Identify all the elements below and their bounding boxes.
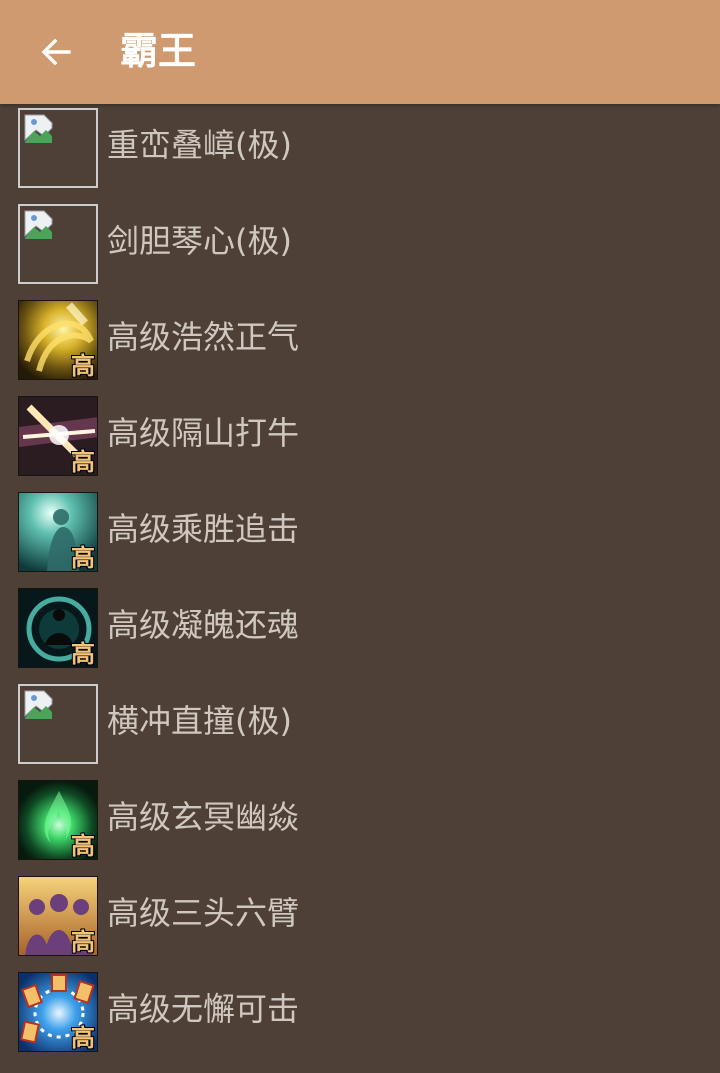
rune-circle-icon: 高 [18, 972, 98, 1052]
app-bar: 霸王 [0, 0, 720, 104]
broken-image-icon [18, 108, 98, 188]
skill-item[interactable]: 高 高级凝魄还魂 [0, 584, 720, 680]
skill-name: 高级三头六臂 [107, 894, 300, 932]
light-burst-icon: 高 [18, 396, 98, 476]
skill-name: 高级玄冥幽焱 [107, 798, 300, 836]
skill-badge: 高 [71, 832, 95, 860]
broken-image-icon [18, 204, 98, 284]
arrow-left-icon [41, 38, 71, 66]
skill-item[interactable]: 高 高级隔山打牛 [0, 392, 720, 488]
skill-name: 高级浩然正气 [107, 318, 300, 356]
skill-badge: 高 [71, 544, 95, 572]
skill-item[interactable]: 高 高级无懈可击 [0, 968, 720, 1064]
skill-name: 高级凝魄还魂 [107, 606, 300, 644]
meditation-aura-icon: 高 [18, 588, 98, 668]
skill-item[interactable]: 高 高级乘胜追击 [0, 488, 720, 584]
three-figures-icon: 高 [18, 876, 98, 956]
skill-badge: 高 [71, 928, 95, 956]
skill-badge: 高 [71, 1024, 95, 1052]
green-flame-icon: 高 [18, 780, 98, 860]
skill-name: 横冲直撞(极) [107, 702, 292, 740]
skill-item[interactable]: 高 高级浩然正气 [0, 296, 720, 392]
spirit-figure-icon: 高 [18, 492, 98, 572]
skill-item[interactable]: 横冲直撞(极) [0, 680, 720, 776]
page-title: 霸王 [120, 29, 197, 73]
skill-list: 重峦叠嶂(极) 剑胆琴心(极) 高 高级浩然正气 高 高级隔山打牛 高 高级乘胜… [0, 104, 720, 1064]
skill-name: 高级无懈可击 [107, 990, 300, 1028]
skill-item[interactable]: 高 高级玄冥幽焱 [0, 776, 720, 872]
back-button[interactable] [22, 18, 90, 86]
golden-swirl-icon: 高 [18, 300, 98, 380]
skill-badge: 高 [71, 352, 95, 380]
skill-badge: 高 [71, 640, 95, 668]
broken-image-icon [18, 684, 98, 764]
skill-name: 重峦叠嶂(极) [107, 126, 292, 164]
skill-item[interactable]: 重峦叠嶂(极) [0, 104, 720, 200]
skill-badge: 高 [71, 448, 95, 476]
skill-item[interactable]: 高 高级三头六臂 [0, 872, 720, 968]
skill-item[interactable]: 剑胆琴心(极) [0, 200, 720, 296]
skill-name: 剑胆琴心(极) [107, 222, 292, 260]
skill-name: 高级隔山打牛 [107, 414, 300, 452]
skill-name: 高级乘胜追击 [107, 510, 300, 548]
